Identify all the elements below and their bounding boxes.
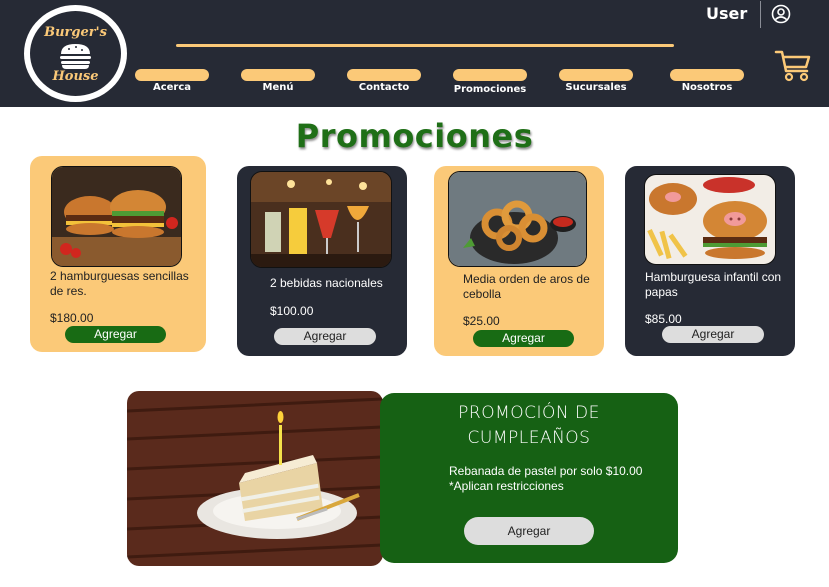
product-card: 2 bebidas nacionales $100.00 Agregar bbox=[237, 166, 407, 356]
product-card: Hamburguesa infantil con papas $85.00 Ag… bbox=[625, 166, 795, 356]
logo-badge: Burger's House bbox=[30, 11, 121, 96]
birthday-promo-panel: PROMOCIÓN DE CUMPLEAÑOS Rebanada de past… bbox=[380, 393, 678, 563]
product-description: Media orden de aros de cebolla bbox=[463, 272, 590, 301]
nav-promociones[interactable]: Promociones bbox=[453, 69, 527, 97]
product-image-onion-rings bbox=[448, 171, 587, 267]
promo-add-button[interactable]: Agregar bbox=[464, 517, 594, 545]
product-price: $100.00 bbox=[270, 304, 314, 318]
nav-pill bbox=[559, 69, 633, 81]
kids-burger-photo-icon bbox=[645, 175, 775, 264]
nav-label: Contacto bbox=[358, 82, 410, 93]
nav-pill bbox=[670, 69, 744, 81]
product-image-kids-burger bbox=[644, 174, 776, 265]
logo-bottom-text: House bbox=[52, 69, 99, 84]
user-label[interactable]: User bbox=[706, 4, 747, 23]
nav-contacto[interactable]: Contacto bbox=[347, 69, 421, 97]
cake-image bbox=[127, 391, 383, 566]
nav-nosotros[interactable]: Nosotros bbox=[670, 69, 744, 97]
product-card: Media orden de aros de cebolla $25.00 Ag… bbox=[434, 166, 604, 356]
promo-title-line1: PROMOCIÓN DE bbox=[458, 403, 600, 423]
product-price: $85.00 bbox=[645, 312, 682, 326]
nav-pill bbox=[135, 69, 209, 81]
page-title: Promociones bbox=[295, 117, 534, 155]
cake-photo-icon bbox=[127, 391, 383, 566]
promo-line2: *Aplican restricciones bbox=[449, 479, 564, 493]
nav-label: Nosotros bbox=[681, 82, 733, 93]
product-description: Hamburguesa infantil con papas bbox=[645, 270, 782, 299]
product-price: $180.00 bbox=[50, 311, 94, 325]
burger-icon bbox=[60, 44, 91, 69]
product-price: $25.00 bbox=[463, 314, 500, 328]
product-image-burgers bbox=[51, 166, 182, 267]
product-description: 2 bebidas nacionales bbox=[270, 276, 383, 290]
nav-acerca[interactable]: Acerca bbox=[135, 69, 209, 97]
add-button[interactable]: Agregar bbox=[473, 330, 574, 347]
add-button[interactable]: Agregar bbox=[662, 326, 764, 343]
add-button[interactable]: Agregar bbox=[65, 326, 166, 343]
site-header: Burger's House Acerca Menú Contacto Prom… bbox=[0, 0, 829, 107]
nav-pill bbox=[453, 69, 527, 81]
nav-pill bbox=[241, 69, 315, 81]
product-image-drinks bbox=[250, 171, 392, 268]
add-button[interactable]: Agregar bbox=[274, 328, 376, 345]
shopping-cart-icon[interactable] bbox=[774, 49, 812, 83]
nav-sucursales[interactable]: Sucursales bbox=[559, 69, 633, 97]
nav-label: Sucursales bbox=[565, 82, 627, 93]
user-divider bbox=[760, 1, 761, 28]
promo-details: Rebanada de pastel por solo $10.00 *Apli… bbox=[449, 464, 642, 494]
burgers-photo-icon bbox=[52, 167, 181, 266]
header-divider bbox=[176, 44, 674, 47]
nav-label: Menú bbox=[262, 82, 294, 93]
nav-label: Promociones bbox=[453, 84, 527, 95]
nav-menu[interactable]: Menú bbox=[241, 69, 315, 97]
promo-line1: Rebanada de pastel por solo $10.00 bbox=[449, 464, 643, 478]
product-description: 2 hamburguesas sencillas de res. bbox=[50, 269, 189, 298]
user-account-icon[interactable] bbox=[771, 4, 791, 24]
product-card: 2 hamburguesas sencillas de res. $180.00… bbox=[30, 156, 206, 352]
promo-title: PROMOCIÓN DE CUMPLEAÑOS bbox=[380, 401, 678, 451]
logo[interactable]: Burger's House bbox=[24, 5, 127, 102]
nav-label: Acerca bbox=[152, 82, 192, 93]
onion-rings-photo-icon bbox=[449, 172, 586, 266]
nav-pill bbox=[347, 69, 421, 81]
logo-top-text: Burger's bbox=[44, 25, 107, 40]
drinks-photo-icon bbox=[251, 172, 391, 267]
promo-title-line2: CUMPLEAÑOS bbox=[467, 428, 591, 448]
